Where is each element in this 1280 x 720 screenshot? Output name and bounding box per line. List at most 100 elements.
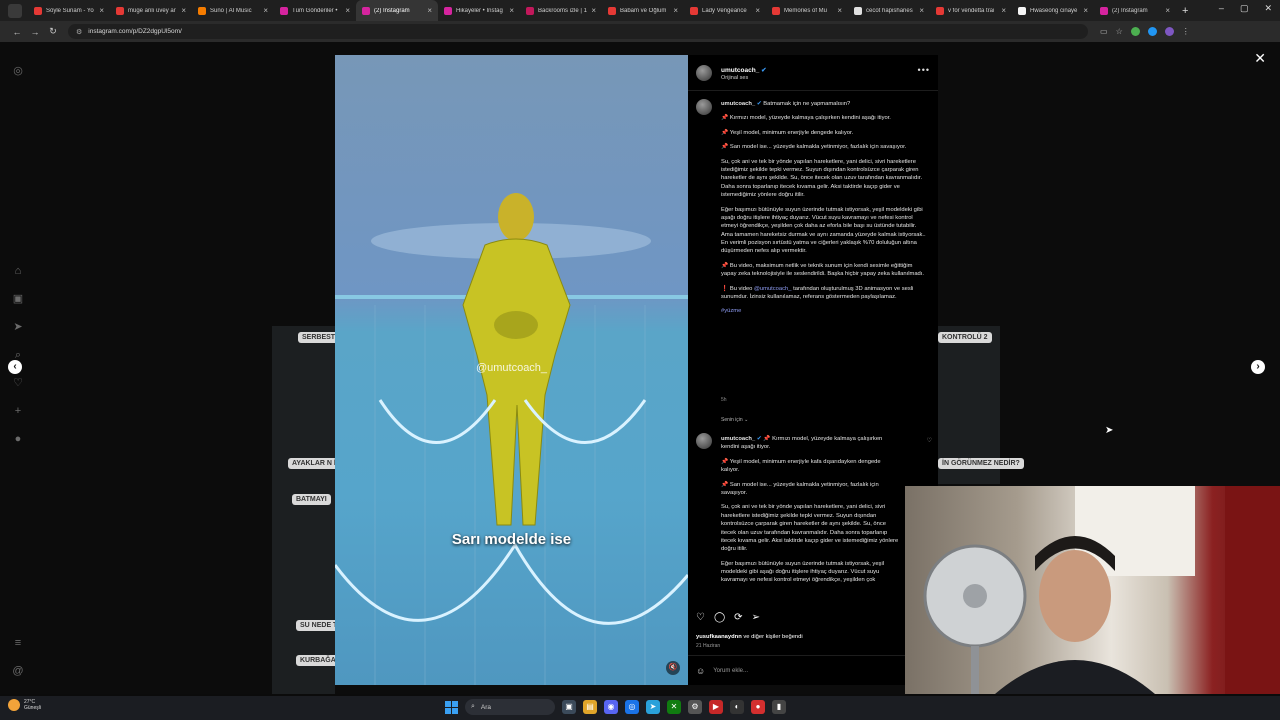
likes-summary[interactable]: yusufkaanaydnn ve diğer kişiler beğendi xyxy=(696,634,803,640)
telegram-icon[interactable]: ➤ xyxy=(646,700,660,714)
tab-close-icon[interactable]: × xyxy=(673,6,678,15)
browser-tab[interactable]: Suno | AI Music × xyxy=(192,0,274,21)
windows-start-icon[interactable] xyxy=(445,700,458,714)
reload-icon[interactable]: ↻ xyxy=(44,26,62,37)
extension-shield-icon[interactable] xyxy=(1130,27,1140,36)
comment-placeholder: Yorum ekle... xyxy=(713,667,748,674)
reels-icon[interactable]: ▣ xyxy=(11,292,25,306)
forward-icon[interactable]: → xyxy=(26,27,44,37)
video-watermark: @umutcoach_ xyxy=(475,362,548,374)
discord-icon[interactable]: ◉ xyxy=(604,700,618,714)
audio-label[interactable]: Orijinal ses xyxy=(721,75,748,81)
browser-tab[interactable]: müge anlı üvey ar × xyxy=(110,0,192,21)
emoji-icon[interactable]: ☺ xyxy=(696,666,705,676)
tab-close-icon[interactable]: × xyxy=(509,6,514,15)
like-comment-icon[interactable]: ♡ xyxy=(927,437,932,444)
author-username[interactable]: umutcoach_ ✔ xyxy=(721,66,767,74)
browser-tab[interactable]: cecot hapishanes × xyxy=(848,0,930,21)
caption-avatar[interactable] xyxy=(696,99,712,115)
tab-close-icon[interactable]: × xyxy=(263,6,268,15)
tab-close-icon[interactable]: × xyxy=(755,6,760,15)
browser-tab[interactable]: Lady Vengeance × xyxy=(684,0,766,21)
reel-video[interactable]: @umutcoach_ Sarı modelde ise 🔇 xyxy=(335,55,688,685)
site-info-icon[interactable]: ⚙ xyxy=(76,28,82,36)
share-icon[interactable]: ➢ xyxy=(752,612,760,623)
tab-close-icon[interactable]: × xyxy=(345,6,350,15)
browser-menu-icon[interactable] xyxy=(8,3,22,18)
comment-icon[interactable]: ◯ xyxy=(714,612,725,623)
media-app-icon[interactable]: ▶ xyxy=(709,700,723,714)
notifications-icon[interactable]: ♡ xyxy=(11,376,25,390)
browser-tab[interactable]: Hwaseong cinaye × xyxy=(1012,0,1094,21)
comment-input[interactable]: ☺ Yorum ekle... xyxy=(688,655,938,685)
browser-tab[interactable]: (2) Instagram × xyxy=(356,0,438,21)
bookmark-star-icon[interactable]: ☆ xyxy=(1116,27,1123,36)
url-field[interactable]: ⚙ instagram.com/p/DZ2dgpUl5om/ xyxy=(68,24,1088,39)
xbox-icon[interactable]: ✕ xyxy=(667,700,681,714)
more-options-icon[interactable]: ••• xyxy=(918,65,930,75)
hashtag-link[interactable]: #yüzme xyxy=(721,307,926,315)
previous-post-icon[interactable]: ‹ xyxy=(8,360,22,374)
tab-close-icon[interactable]: × xyxy=(591,6,596,15)
tab-close-icon[interactable]: × xyxy=(837,6,842,15)
steam-icon[interactable]: ◐ xyxy=(730,700,744,714)
next-post-icon[interactable]: › xyxy=(1251,360,1265,374)
back-icon[interactable]: ← xyxy=(8,27,26,37)
app-icon[interactable]: ● xyxy=(751,700,765,714)
comment-paragraph: 📌 Yeşil model, minimum enerjiyle kafa dı… xyxy=(721,458,881,474)
tab-favicon-icon xyxy=(1018,6,1026,15)
comment-paragraph: Eğer başımızı bütünüyle suyun üzerinde t… xyxy=(721,560,885,584)
profile-avatar[interactable] xyxy=(1164,27,1174,36)
browser-tab[interactable]: Söyle Sunam - Yo × xyxy=(28,0,110,21)
home-icon[interactable]: ⌂ xyxy=(11,264,25,278)
browser-more-icon[interactable]: ⋮ xyxy=(1182,27,1190,36)
browser-tab[interactable]: v for vendetta trai × xyxy=(930,0,1012,21)
caption-author[interactable]: umutcoach_ xyxy=(721,101,755,107)
comment-author[interactable]: umutcoach_ xyxy=(721,436,755,442)
comment-avatar[interactable] xyxy=(696,433,712,449)
threads-icon[interactable]: @ xyxy=(11,664,25,678)
tab-close-icon[interactable]: × xyxy=(1165,6,1170,15)
create-icon[interactable]: + xyxy=(11,404,25,418)
browser-tab[interactable]: Backrooms izle | 1 × xyxy=(520,0,602,21)
minimize-icon[interactable]: – xyxy=(1219,3,1224,14)
author-avatar[interactable] xyxy=(696,65,712,81)
weather-widget[interactable]: 27°C Güneşli xyxy=(8,699,41,711)
profile-icon[interactable]: ● xyxy=(11,432,25,446)
browser-tab[interactable]: Memories of Mu × xyxy=(766,0,848,21)
close-window-icon[interactable]: ✕ xyxy=(1264,3,1272,14)
menu-icon[interactable]: ≡ xyxy=(11,636,25,650)
tab-close-icon[interactable]: × xyxy=(181,6,186,15)
like-icon[interactable]: ♡ xyxy=(696,612,705,623)
repost-icon[interactable]: ⟳ xyxy=(734,612,742,623)
tab-close-icon[interactable]: × xyxy=(99,6,104,15)
mute-icon[interactable]: 🔇 xyxy=(666,661,680,675)
task-view-icon[interactable]: ▣ xyxy=(562,700,576,714)
close-modal-icon[interactable]: ✕ xyxy=(1254,50,1266,67)
pinned-app-icon[interactable]: ▮ xyxy=(772,700,786,714)
maximize-icon[interactable]: ▢ xyxy=(1240,3,1249,14)
browser-tab[interactable]: Hikayeler • Instag × xyxy=(438,0,520,21)
post-header: umutcoach_ ✔ Orijinal ses ••• xyxy=(688,55,938,91)
cast-icon[interactable]: ▭ xyxy=(1100,27,1108,36)
browser-tab[interactable]: Babam ve Oğlum × xyxy=(602,0,684,21)
author-mention[interactable]: @umutcoach_ xyxy=(754,286,791,292)
settings-icon[interactable]: ⚙ xyxy=(688,700,702,714)
tab-favicon-icon xyxy=(280,6,288,15)
browser-tab[interactable]: Tüm Gönderiler • × xyxy=(274,0,356,21)
taskbar-search[interactable]: ⌕ Ara xyxy=(465,699,555,715)
tab-close-icon[interactable]: × xyxy=(1083,6,1088,15)
tab-close-icon[interactable]: × xyxy=(1001,6,1006,15)
for-you-label[interactable]: Senin için ⌄ xyxy=(721,417,748,423)
background-post-left xyxy=(272,326,335,694)
sun-icon xyxy=(8,699,20,711)
new-tab-icon[interactable]: + xyxy=(1182,5,1188,17)
chrome-icon[interactable]: ◎ xyxy=(625,700,639,714)
instagram-logo-icon[interactable]: ◎ xyxy=(11,64,25,78)
tab-close-icon[interactable]: × xyxy=(427,6,432,15)
messages-icon[interactable]: ➤ xyxy=(11,320,25,334)
extension-icon[interactable] xyxy=(1147,27,1157,36)
file-explorer-icon[interactable]: ▤ xyxy=(583,700,597,714)
browser-tab[interactable]: (2) Instagram × xyxy=(1094,0,1176,21)
tab-close-icon[interactable]: × xyxy=(919,6,924,15)
